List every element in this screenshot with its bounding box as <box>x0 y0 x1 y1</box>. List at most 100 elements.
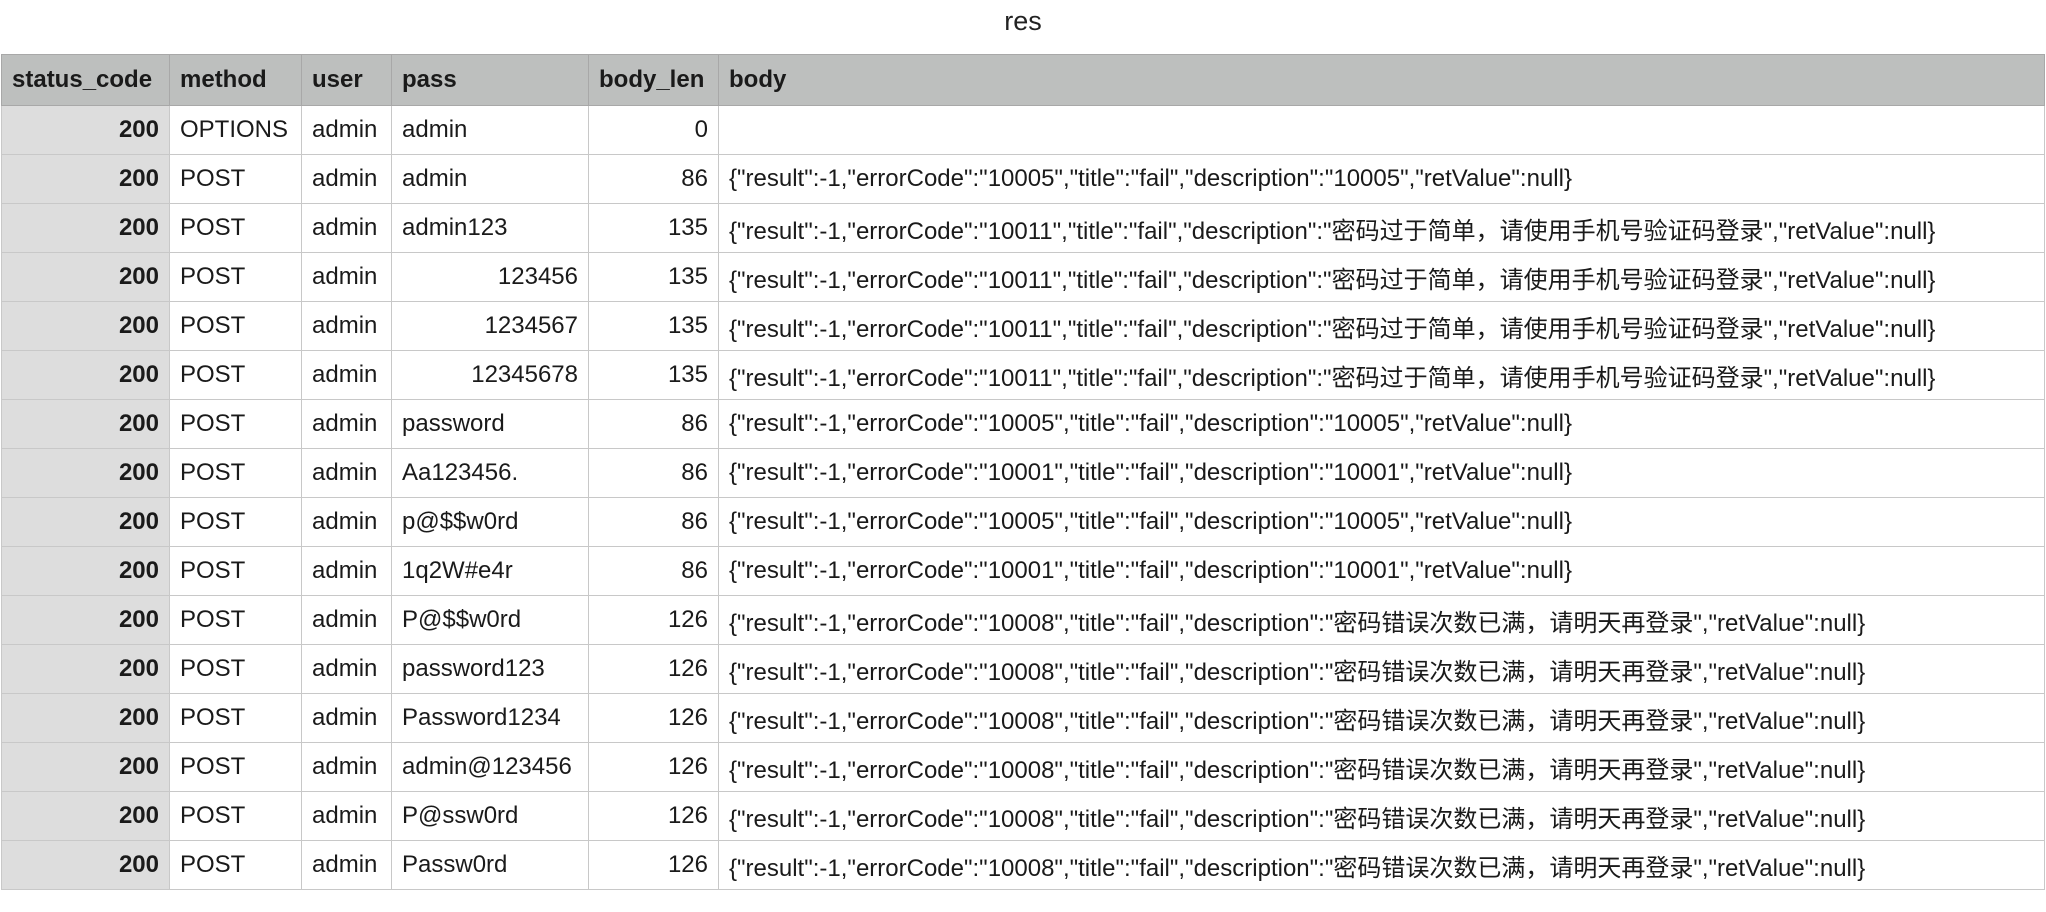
cell-pass[interactable]: p@$$w0rd <box>391 497 589 547</box>
cell-body-len[interactable]: 126 <box>588 644 719 694</box>
cell-status-code[interactable]: 200 <box>1 203 170 253</box>
cell-pass[interactable]: 1q2W#e4r <box>391 546 589 596</box>
cell-body-len[interactable]: 86 <box>588 497 719 547</box>
cell-method[interactable]: POST <box>169 497 302 547</box>
cell-body-len[interactable]: 135 <box>588 301 719 351</box>
cell-method[interactable]: POST <box>169 742 302 792</box>
cell-user[interactable]: admin <box>301 840 392 890</box>
cell-user[interactable]: admin <box>301 497 392 547</box>
cell-body[interactable]: {"result":-1,"errorCode":"10001","title"… <box>718 448 2045 498</box>
column-header-body[interactable]: body <box>718 54 2045 106</box>
cell-pass[interactable]: password <box>391 399 589 449</box>
cell-status-code[interactable]: 200 <box>1 399 170 449</box>
cell-user[interactable]: admin <box>301 301 392 351</box>
cell-pass[interactable]: Aa123456. <box>391 448 589 498</box>
cell-pass[interactable]: P@$$w0rd <box>391 595 589 645</box>
cell-body-len[interactable]: 135 <box>588 252 719 302</box>
cell-status-code[interactable]: 200 <box>1 105 170 155</box>
cell-user[interactable]: admin <box>301 448 392 498</box>
cell-body[interactable]: {"result":-1,"errorCode":"10008","title"… <box>718 840 2045 890</box>
cell-body[interactable]: {"result":-1,"errorCode":"10008","title"… <box>718 791 2045 841</box>
cell-method[interactable]: POST <box>169 595 302 645</box>
cell-body-len[interactable]: 126 <box>588 791 719 841</box>
cell-user[interactable]: admin <box>301 791 392 841</box>
cell-pass[interactable]: admin@123456 <box>391 742 589 792</box>
cell-body[interactable]: {"result":-1,"errorCode":"10005","title"… <box>718 399 2045 449</box>
column-header-status-code[interactable]: status_code <box>1 54 170 106</box>
cell-status-code[interactable]: 200 <box>1 301 170 351</box>
cell-body-len[interactable]: 126 <box>588 595 719 645</box>
cell-pass[interactable]: admin <box>391 105 589 155</box>
cell-body[interactable]: {"result":-1,"errorCode":"10008","title"… <box>718 693 2045 743</box>
cell-body[interactable]: {"result":-1,"errorCode":"10005","title"… <box>718 154 2045 204</box>
cell-method[interactable]: POST <box>169 791 302 841</box>
cell-method[interactable]: POST <box>169 252 302 302</box>
cell-status-code[interactable]: 200 <box>1 154 170 204</box>
cell-user[interactable]: admin <box>301 350 392 400</box>
cell-status-code[interactable]: 200 <box>1 595 170 645</box>
cell-method[interactable]: POST <box>169 546 302 596</box>
cell-pass[interactable]: 1234567 <box>391 301 589 351</box>
cell-method[interactable]: POST <box>169 154 302 204</box>
cell-body-len[interactable]: 126 <box>588 742 719 792</box>
cell-body-len[interactable]: 86 <box>588 546 719 596</box>
cell-status-code[interactable]: 200 <box>1 840 170 890</box>
cell-pass[interactable]: 123456 <box>391 252 589 302</box>
cell-body[interactable]: {"result":-1,"errorCode":"10008","title"… <box>718 644 2045 694</box>
cell-pass[interactable]: password123 <box>391 644 589 694</box>
cell-method[interactable]: POST <box>169 448 302 498</box>
cell-user[interactable]: admin <box>301 154 392 204</box>
cell-pass[interactable]: Password1234 <box>391 693 589 743</box>
cell-body[interactable]: {"result":-1,"errorCode":"10008","title"… <box>718 595 2045 645</box>
cell-pass[interactable]: Passw0rd <box>391 840 589 890</box>
cell-body-len[interactable]: 0 <box>588 105 719 155</box>
cell-status-code[interactable]: 200 <box>1 693 170 743</box>
cell-user[interactable]: admin <box>301 644 392 694</box>
column-header-pass[interactable]: pass <box>391 54 589 106</box>
cell-status-code[interactable]: 200 <box>1 350 170 400</box>
cell-body[interactable]: {"result":-1,"errorCode":"10001","title"… <box>718 546 2045 596</box>
cell-user[interactable]: admin <box>301 595 392 645</box>
cell-body[interactable]: {"result":-1,"errorCode":"10011","title"… <box>718 203 2045 253</box>
cell-body-len[interactable]: 86 <box>588 448 719 498</box>
cell-status-code[interactable]: 200 <box>1 252 170 302</box>
cell-body-len[interactable]: 135 <box>588 350 719 400</box>
cell-body-len[interactable]: 86 <box>588 399 719 449</box>
cell-body-len[interactable]: 126 <box>588 840 719 890</box>
column-header-body-len[interactable]: body_len <box>588 54 719 106</box>
cell-pass[interactable]: 12345678 <box>391 350 589 400</box>
cell-body[interactable]: {"result":-1,"errorCode":"10011","title"… <box>718 301 2045 351</box>
cell-status-code[interactable]: 200 <box>1 791 170 841</box>
cell-method[interactable]: POST <box>169 301 302 351</box>
cell-user[interactable]: admin <box>301 203 392 253</box>
column-header-user[interactable]: user <box>301 54 392 106</box>
cell-body-len[interactable]: 135 <box>588 203 719 253</box>
cell-user[interactable]: admin <box>301 742 392 792</box>
cell-status-code[interactable]: 200 <box>1 644 170 694</box>
cell-method[interactable]: POST <box>169 350 302 400</box>
cell-user[interactable]: admin <box>301 105 392 155</box>
cell-status-code[interactable]: 200 <box>1 448 170 498</box>
cell-method[interactable]: POST <box>169 693 302 743</box>
column-header-method[interactable]: method <box>169 54 302 106</box>
cell-status-code[interactable]: 200 <box>1 742 170 792</box>
cell-user[interactable]: admin <box>301 399 392 449</box>
cell-body-len[interactable]: 126 <box>588 693 719 743</box>
cell-pass[interactable]: admin123 <box>391 203 589 253</box>
cell-method[interactable]: POST <box>169 840 302 890</box>
cell-status-code[interactable]: 200 <box>1 546 170 596</box>
cell-method[interactable]: POST <box>169 399 302 449</box>
cell-method[interactable]: POST <box>169 203 302 253</box>
cell-body[interactable]: {"result":-1,"errorCode":"10008","title"… <box>718 742 2045 792</box>
cell-body-len[interactable]: 86 <box>588 154 719 204</box>
cell-user[interactable]: admin <box>301 546 392 596</box>
cell-pass[interactable]: P@ssw0rd <box>391 791 589 841</box>
cell-pass[interactable]: admin <box>391 154 589 204</box>
cell-method[interactable]: POST <box>169 644 302 694</box>
cell-body[interactable] <box>718 105 2045 155</box>
cell-body[interactable]: {"result":-1,"errorCode":"10005","title"… <box>718 497 2045 547</box>
cell-body[interactable]: {"result":-1,"errorCode":"10011","title"… <box>718 350 2045 400</box>
cell-method[interactable]: OPTIONS <box>169 105 302 155</box>
cell-user[interactable]: admin <box>301 252 392 302</box>
cell-user[interactable]: admin <box>301 693 392 743</box>
